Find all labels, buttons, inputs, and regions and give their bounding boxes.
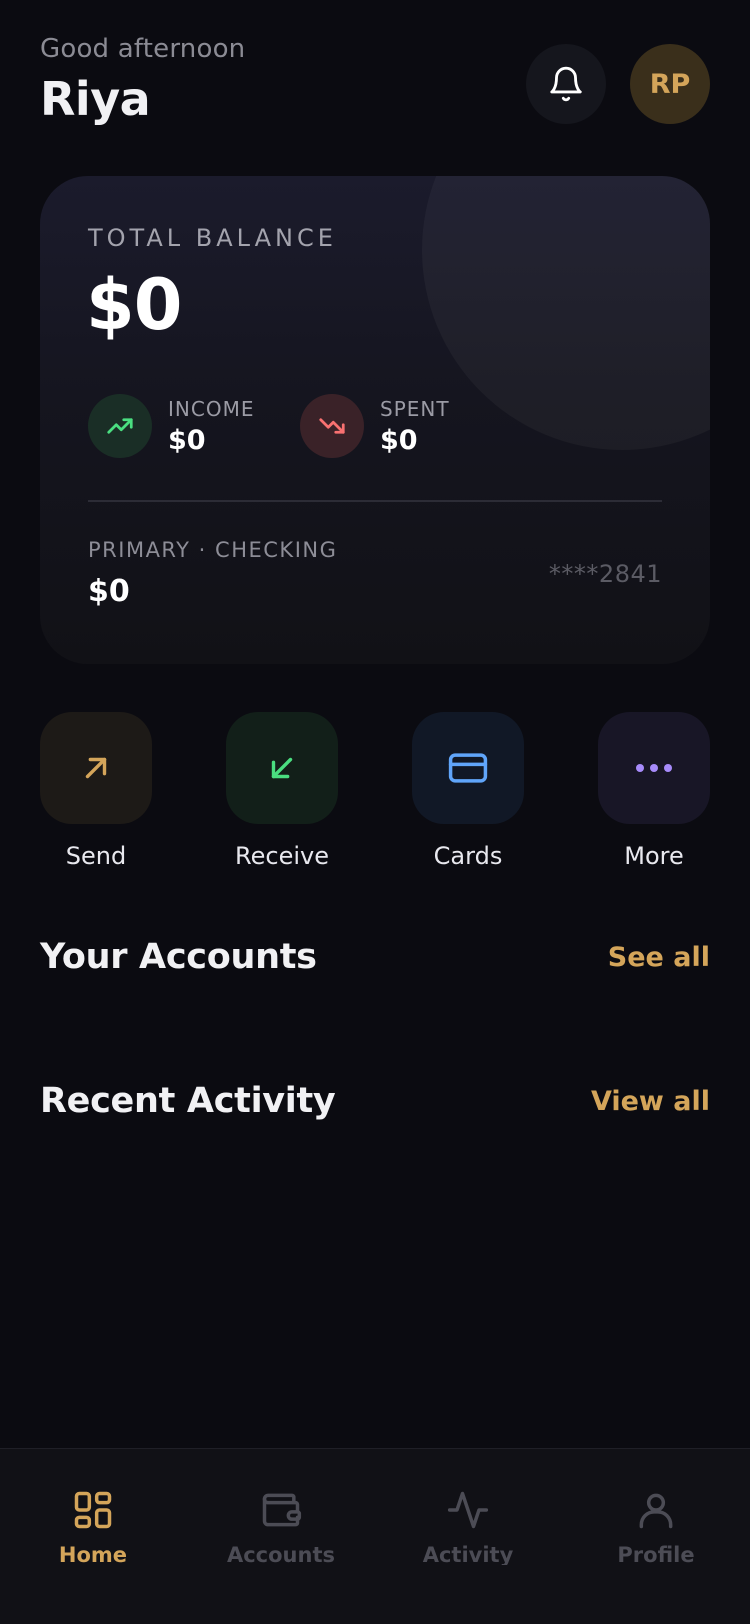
income-value: $0 [168, 424, 206, 456]
quick-actions: Send Receive Cards More [40, 712, 710, 882]
activity-section-header: Recent Activity View all [40, 1076, 710, 1126]
receive-button[interactable]: Receive [226, 712, 338, 870]
spent-stat: SPENT $0 [300, 394, 450, 458]
user-icon [639, 1493, 673, 1529]
nav-accounts[interactable]: Accounts [206, 1487, 356, 1565]
nav-home-label: Home [58, 1543, 128, 1565]
cards-button[interactable]: Cards [412, 712, 524, 870]
greeting-text: Good afternoon [40, 34, 246, 64]
activity-title: Recent Activity [40, 1081, 336, 1121]
nav-activity[interactable]: Activity [393, 1487, 543, 1565]
send-label: Send [65, 842, 127, 870]
view-all-link[interactable]: View all [591, 1086, 710, 1117]
grid-icon [74, 1491, 112, 1529]
bell-icon [550, 66, 582, 102]
income-stat: INCOME $0 [88, 394, 254, 458]
avatar[interactable]: RP [630, 44, 710, 124]
see-all-link[interactable]: See all [608, 942, 710, 973]
trending-down-icon [300, 394, 364, 458]
accounts-section-header: Your Accounts See all [40, 932, 710, 982]
card-divider [88, 500, 662, 502]
more-button[interactable]: More [598, 712, 710, 870]
more-label: More [624, 842, 684, 870]
send-button[interactable]: Send [40, 712, 152, 870]
spent-label: SPENT [380, 396, 450, 421]
user-name: Riya [40, 72, 151, 126]
more-dots-icon [636, 764, 672, 772]
header: Good afternoon Riya RP [40, 34, 710, 134]
spent-value: $0 [380, 424, 418, 456]
primary-account-balance: $0 [88, 574, 130, 609]
income-label: INCOME [168, 396, 255, 421]
balance-card: TOTAL BALANCE $0 INCOME $0 SPENT $0 PRIM… [40, 176, 710, 664]
nav-activity-label: Activity [422, 1543, 514, 1565]
primary-account-label: PRIMARY · CHECKING [88, 538, 338, 562]
receive-label: Receive [235, 842, 329, 870]
total-balance-label: TOTAL BALANCE [88, 224, 337, 252]
total-balance-amount: $0 [86, 264, 182, 346]
cards-label: Cards [433, 842, 503, 870]
card-decoration [422, 176, 710, 450]
account-number: ****2841 [548, 560, 662, 588]
nav-home[interactable]: Home [18, 1487, 168, 1565]
arrow-up-right-icon [85, 757, 107, 779]
more-tile[interactable] [598, 712, 710, 824]
arrow-down-left-icon [271, 757, 293, 779]
receive-tile[interactable] [226, 712, 338, 824]
nav-profile[interactable]: Profile [581, 1487, 731, 1565]
notifications-button[interactable] [526, 44, 606, 124]
pulse-icon [447, 1491, 489, 1529]
wallet-icon [262, 1493, 302, 1527]
trending-up-icon [88, 394, 152, 458]
cards-tile[interactable] [412, 712, 524, 824]
accounts-title: Your Accounts [40, 937, 317, 977]
send-tile[interactable] [40, 712, 152, 824]
credit-card-icon [448, 753, 488, 783]
nav-profile-label: Profile [617, 1543, 695, 1565]
bottom-nav: Home Accounts Activity Profile [0, 1448, 750, 1624]
nav-accounts-label: Accounts [226, 1543, 335, 1565]
